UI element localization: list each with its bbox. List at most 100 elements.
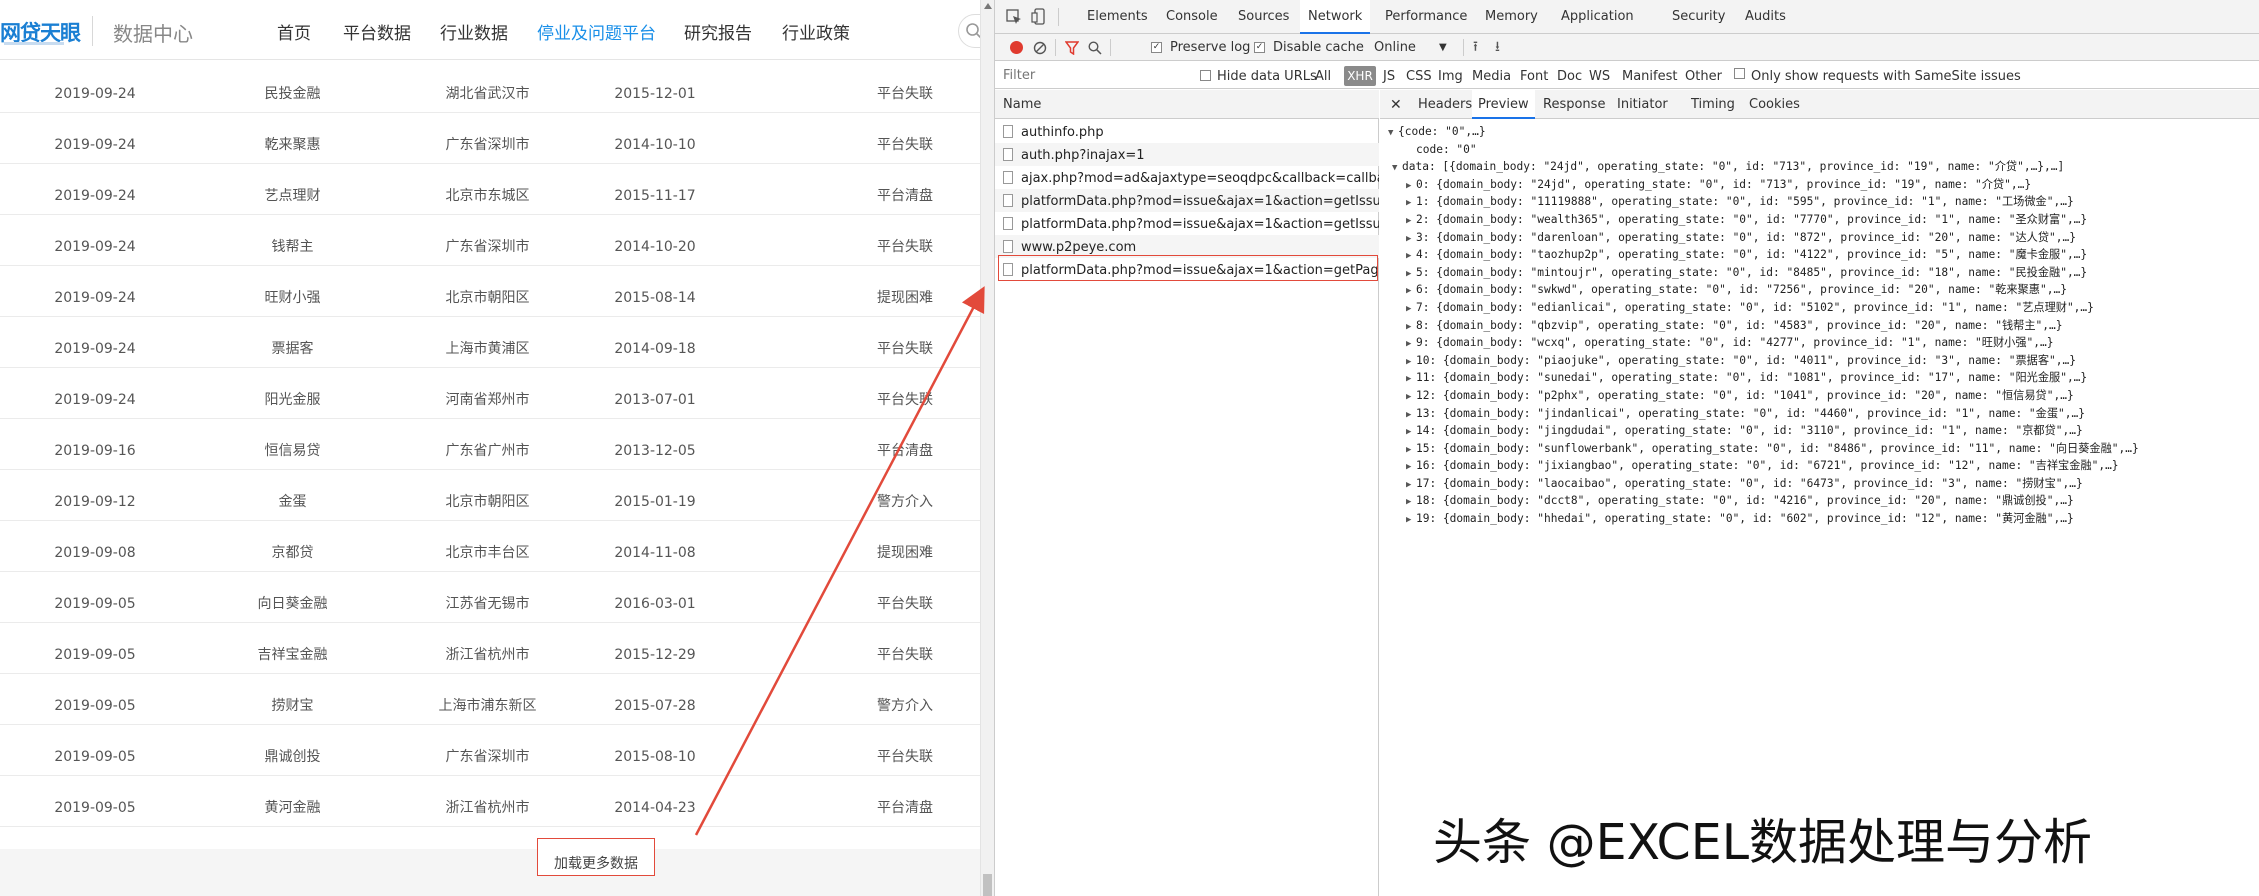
tab-memory[interactable]: Memory — [1485, 0, 1538, 34]
detail-tab-cookies[interactable]: Cookies — [1743, 90, 1806, 119]
inspect-element-icon[interactable] — [1006, 9, 1022, 25]
expand-triangle-icon[interactable]: ▶ — [1406, 301, 1416, 317]
expand-triangle-icon[interactable]: ▶ — [1406, 178, 1416, 194]
cell-platform[interactable]: 金蛋 — [195, 470, 390, 521]
request-item[interactable]: platformData.php?mod=issue&ajax=1&action… — [995, 212, 1379, 235]
filter-type-manifest[interactable]: Manifest — [1622, 62, 1677, 89]
search-icon[interactable] — [1088, 41, 1102, 55]
expand-triangle-icon[interactable]: ▶ — [1406, 319, 1416, 335]
filter-type-other[interactable]: Other — [1685, 62, 1722, 89]
filter-icon[interactable] — [1065, 41, 1079, 55]
expand-triangle-icon[interactable]: ▶ — [1406, 283, 1416, 299]
expand-triangle-icon[interactable]: ▶ — [1406, 336, 1416, 352]
request-item[interactable]: auth.php?inajax=1 — [995, 143, 1379, 166]
request-item[interactable]: ajax.php?mod=ad&ajaxtype=seoqdpc&callbac… — [995, 166, 1379, 189]
nav-platform-data[interactable]: 平台数据 — [343, 19, 411, 44]
cell-platform[interactable]: 京都贷 — [195, 521, 390, 572]
nav-research[interactable]: 研究报告 — [684, 19, 752, 44]
expand-triangle-icon[interactable]: ▶ — [1406, 442, 1416, 458]
json-line[interactable]: ▶ 3: {domain_body: "darenloan", operating… — [1388, 229, 2258, 247]
detail-tab-timing[interactable]: Timing — [1685, 90, 1741, 119]
detail-tab-initiator[interactable]: Initiator — [1611, 90, 1674, 119]
cell-platform[interactable]: 阳光金服 — [195, 368, 390, 419]
throttle-select[interactable]: Online — [1374, 34, 1416, 61]
json-line[interactable]: ▶ 2: {domain_body: "wealth365", operating… — [1388, 211, 2258, 229]
throttle-dropdown-icon[interactable]: ▼ — [1439, 34, 1447, 61]
cell-platform[interactable]: 钱帮主 — [195, 215, 390, 266]
json-line[interactable]: ▶ 17: {domain_body: "laocaibao", operatin… — [1388, 475, 2258, 493]
expand-triangle-icon[interactable]: ▶ — [1406, 459, 1416, 475]
import-har-icon[interactable]: ⭱ — [1473, 34, 1478, 61]
json-line[interactable]: ▶ 12: {domain_body: "p2phx", operating_st… — [1388, 387, 2258, 405]
filter-type-doc[interactable]: Doc — [1557, 62, 1582, 89]
cell-platform[interactable]: 鼎诚创投 — [195, 725, 390, 776]
filter-type-ws[interactable]: WS — [1589, 62, 1610, 89]
json-line[interactable]: ▶ 5: {domain_body: "mintoujr", operating_… — [1388, 264, 2258, 282]
expand-triangle-icon[interactable]: ▶ — [1406, 477, 1416, 493]
json-line[interactable]: ▶ 13: {domain_body: "jindanlicai", operat… — [1388, 405, 2258, 423]
expand-triangle-icon[interactable]: ▶ — [1406, 195, 1416, 211]
request-list-header[interactable]: Name — [995, 90, 1379, 119]
json-line[interactable]: code: "0" — [1388, 141, 2258, 159]
samesite-checkbox[interactable] — [1734, 68, 1745, 79]
filter-type-img[interactable]: Img — [1438, 62, 1463, 89]
scroll-up-arrow-icon[interactable] — [984, 3, 992, 9]
cell-platform[interactable]: 向日葵金融 — [195, 572, 390, 623]
request-item[interactable]: authinfo.php — [995, 120, 1379, 143]
json-line[interactable]: ▶ 4: {domain_body: "taozhup2p", operating… — [1388, 246, 2258, 264]
json-line[interactable]: ▶ 8: {domain_body: "qbzvip", operating_st… — [1388, 317, 2258, 335]
hide-data-urls-checkbox[interactable] — [1200, 70, 1211, 81]
filter-type-js[interactable]: JS — [1383, 62, 1395, 89]
json-line[interactable]: ▶ 18: {domain_body: "dcct8", operating_st… — [1388, 492, 2258, 510]
nav-industry-data[interactable]: 行业数据 — [440, 19, 508, 44]
cell-platform[interactable]: 捞财宝 — [195, 674, 390, 725]
tab-sources[interactable]: Sources — [1238, 0, 1289, 34]
record-icon[interactable] — [1010, 41, 1023, 54]
json-line[interactable]: ▶ 7: {domain_body: "edianlicai", operatin… — [1388, 299, 2258, 317]
filter-type-css[interactable]: CSS — [1406, 62, 1432, 89]
json-line[interactable]: ▶ 0: {domain_body: "24jd", operating_stat… — [1388, 176, 2258, 194]
disable-cache-checkbox[interactable]: ✓ — [1254, 42, 1265, 53]
filter-type-all[interactable]: All — [1315, 62, 1331, 89]
cell-platform[interactable]: 吉祥宝金融 — [195, 623, 390, 674]
tab-application[interactable]: Application — [1561, 0, 1634, 34]
expand-triangle-icon[interactable]: ▶ — [1406, 231, 1416, 247]
preserve-log-checkbox[interactable]: ✓ — [1151, 42, 1162, 53]
json-line[interactable]: ▼ {code: "0",…} — [1388, 123, 2258, 141]
json-line[interactable]: ▶ 6: {domain_body: "swkwd", operating_sta… — [1388, 281, 2258, 299]
collapse-triangle-icon[interactable]: ▼ — [1388, 125, 1398, 141]
clear-icon[interactable] — [1033, 41, 1047, 55]
tab-console[interactable]: Console — [1166, 0, 1218, 34]
json-line[interactable]: ▶ 9: {domain_body: "wcxq", operating_stat… — [1388, 334, 2258, 352]
detail-tab-preview[interactable]: Preview — [1472, 90, 1535, 119]
expand-triangle-icon[interactable]: ▶ — [1406, 371, 1416, 387]
expand-triangle-icon[interactable]: ▶ — [1406, 389, 1416, 405]
json-line[interactable]: ▶ 15: {domain_body: "sunflowerbank", oper… — [1388, 440, 2258, 458]
nav-home[interactable]: 首页 — [277, 19, 311, 44]
tab-network[interactable]: Network — [1300, 0, 1371, 34]
json-line[interactable]: ▶ 16: {domain_body: "jixiangbao", operati… — [1388, 457, 2258, 475]
tab-security[interactable]: Security — [1672, 0, 1725, 34]
cell-platform[interactable]: 票据客 — [195, 317, 390, 368]
cell-platform[interactable]: 艺点理财 — [195, 164, 390, 215]
cell-platform[interactable]: 恒信易贷 — [195, 419, 390, 470]
filter-type-xhr[interactable]: XHR — [1344, 66, 1376, 86]
expand-triangle-icon[interactable]: ▶ — [1406, 494, 1416, 510]
scroll-thumb[interactable] — [983, 874, 992, 896]
tab-audits[interactable]: Audits — [1745, 0, 1786, 34]
detail-tab-headers[interactable]: Headers — [1412, 90, 1478, 119]
cell-platform[interactable]: 乾来聚惠 — [195, 113, 390, 164]
close-detail-icon[interactable]: ✕ — [1390, 90, 1402, 119]
json-line[interactable]: ▶ 10: {domain_body: "piaojuke", operating… — [1388, 352, 2258, 370]
tab-performance[interactable]: Performance — [1385, 0, 1467, 34]
nav-policy[interactable]: 行业政策 — [782, 19, 850, 44]
export-har-icon[interactable]: ⭳ — [1495, 34, 1500, 61]
json-line[interactable]: ▼ data: [{domain_body: "24jd", operating_… — [1388, 158, 2258, 176]
expand-triangle-icon[interactable]: ▶ — [1406, 248, 1416, 264]
expand-triangle-icon[interactable]: ▶ — [1406, 266, 1416, 282]
json-line[interactable]: ▶ 1: {domain_body: "11119888", operating_… — [1388, 193, 2258, 211]
filter-type-font[interactable]: Font — [1520, 62, 1548, 89]
expand-triangle-icon[interactable]: ▶ — [1406, 424, 1416, 440]
cell-platform[interactable]: 民投金融 — [195, 62, 390, 113]
load-more-button[interactable]: 加载更多数据 — [537, 838, 655, 876]
